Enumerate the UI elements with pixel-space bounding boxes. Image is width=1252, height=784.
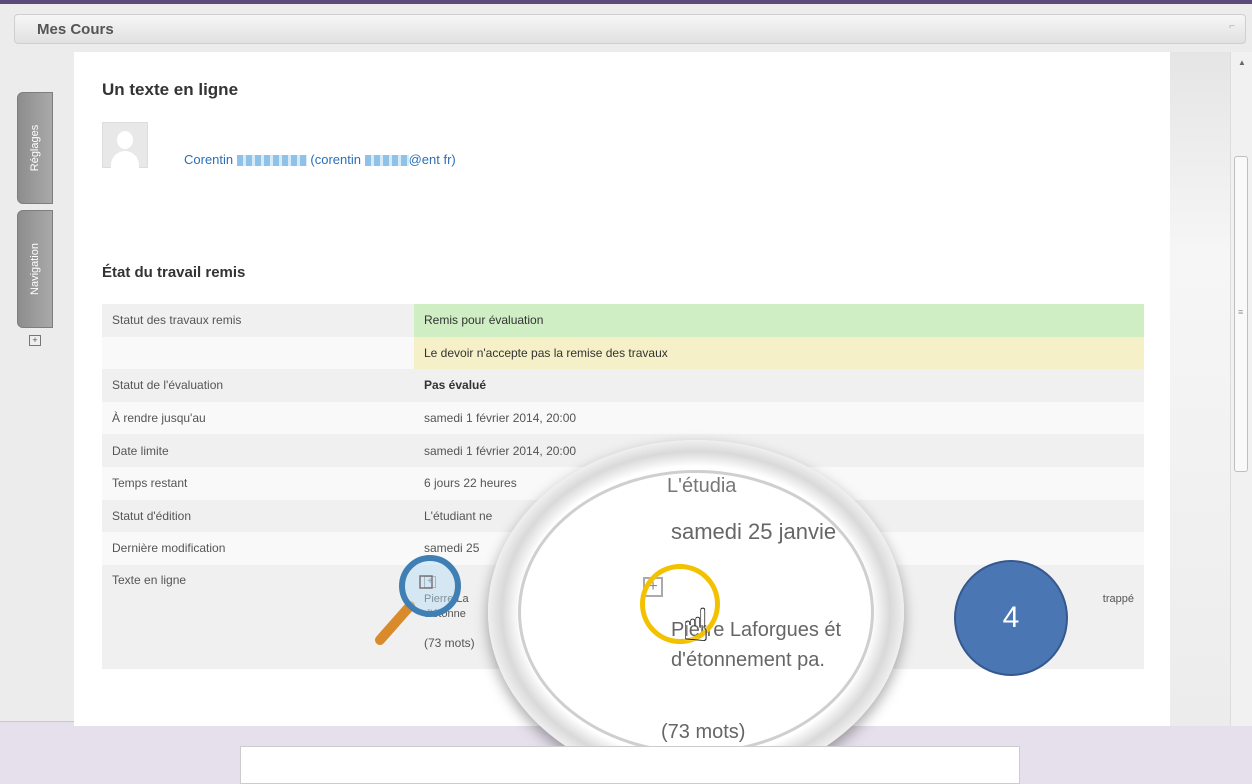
row-label: Date limite [102, 434, 414, 467]
vertical-scrollbar[interactable]: ▲ ≡ [1230, 52, 1252, 726]
right-shade [1170, 52, 1230, 726]
tab-reglages-label: Réglages [29, 124, 41, 172]
scroll-grip-icon: ≡ [1238, 307, 1244, 317]
user-first-name: Corentin [184, 152, 234, 167]
caption-box [240, 746, 1020, 784]
magnifier-icon [375, 555, 461, 645]
section-title: État du travail remis [102, 264, 246, 281]
row-value: Le devoir n'accepte pas la remise des tr… [414, 336, 1144, 370]
table-row: À rendre jusqu'au samedi 1 février 2014,… [102, 401, 1144, 435]
scroll-thumb[interactable]: ≡ [1234, 156, 1248, 472]
user-link[interactable]: Corentin (corentin @ent fr) [184, 152, 456, 167]
redacted-surname [236, 155, 307, 167]
online-text-trailing: trappé [1102, 592, 1134, 605]
avatar [102, 122, 148, 169]
dock-icon[interactable]: + [29, 335, 41, 346]
page-title: Un texte en ligne [102, 80, 239, 99]
row-label: Statut d'édition [102, 499, 414, 533]
step-badge: 4 [954, 560, 1068, 676]
title-bar: Mes Cours ⌐ [14, 14, 1246, 44]
row-value: Remis pour évaluation [414, 304, 1144, 337]
row-label: Statut de l'évaluation [102, 369, 414, 402]
row-value: samedi 1 février 2014, 20:00 [414, 401, 1144, 435]
table-row: Statut de l'évaluation Pas évalué [102, 369, 1144, 402]
table-row: Le devoir n'accepte pas la remise des tr… [102, 336, 1144, 370]
row-label: Statut des travaux remis [102, 304, 414, 337]
row-label: À rendre jusqu'au [102, 401, 414, 435]
user-email-suffix: @ent fr) [408, 152, 456, 167]
scroll-up-icon[interactable]: ▲ [1238, 58, 1246, 67]
window-title: Mes Cours [37, 21, 114, 38]
zoom-status-text: L'étudia [667, 475, 737, 497]
pin-icon[interactable]: ⌐ [1229, 21, 1235, 32]
redacted-email [364, 155, 409, 167]
zoom-date-text: samedi 25 janvie [671, 519, 837, 544]
user-email-prefix: (corentin [310, 152, 361, 167]
zoom-word-count: (73 mots) [661, 721, 746, 743]
pointer-hand-icon: ☝ [682, 599, 711, 651]
row-label: Temps restant [102, 466, 414, 500]
tab-navigation[interactable]: Navigation [17, 210, 53, 328]
row-value: Pas évalué [414, 369, 1144, 402]
tab-navigation-label: Navigation [29, 243, 41, 295]
tab-reglages[interactable]: Réglages [17, 92, 53, 204]
row-label [102, 336, 414, 370]
table-row: Statut des travaux remis Remis pour éval… [102, 304, 1144, 337]
